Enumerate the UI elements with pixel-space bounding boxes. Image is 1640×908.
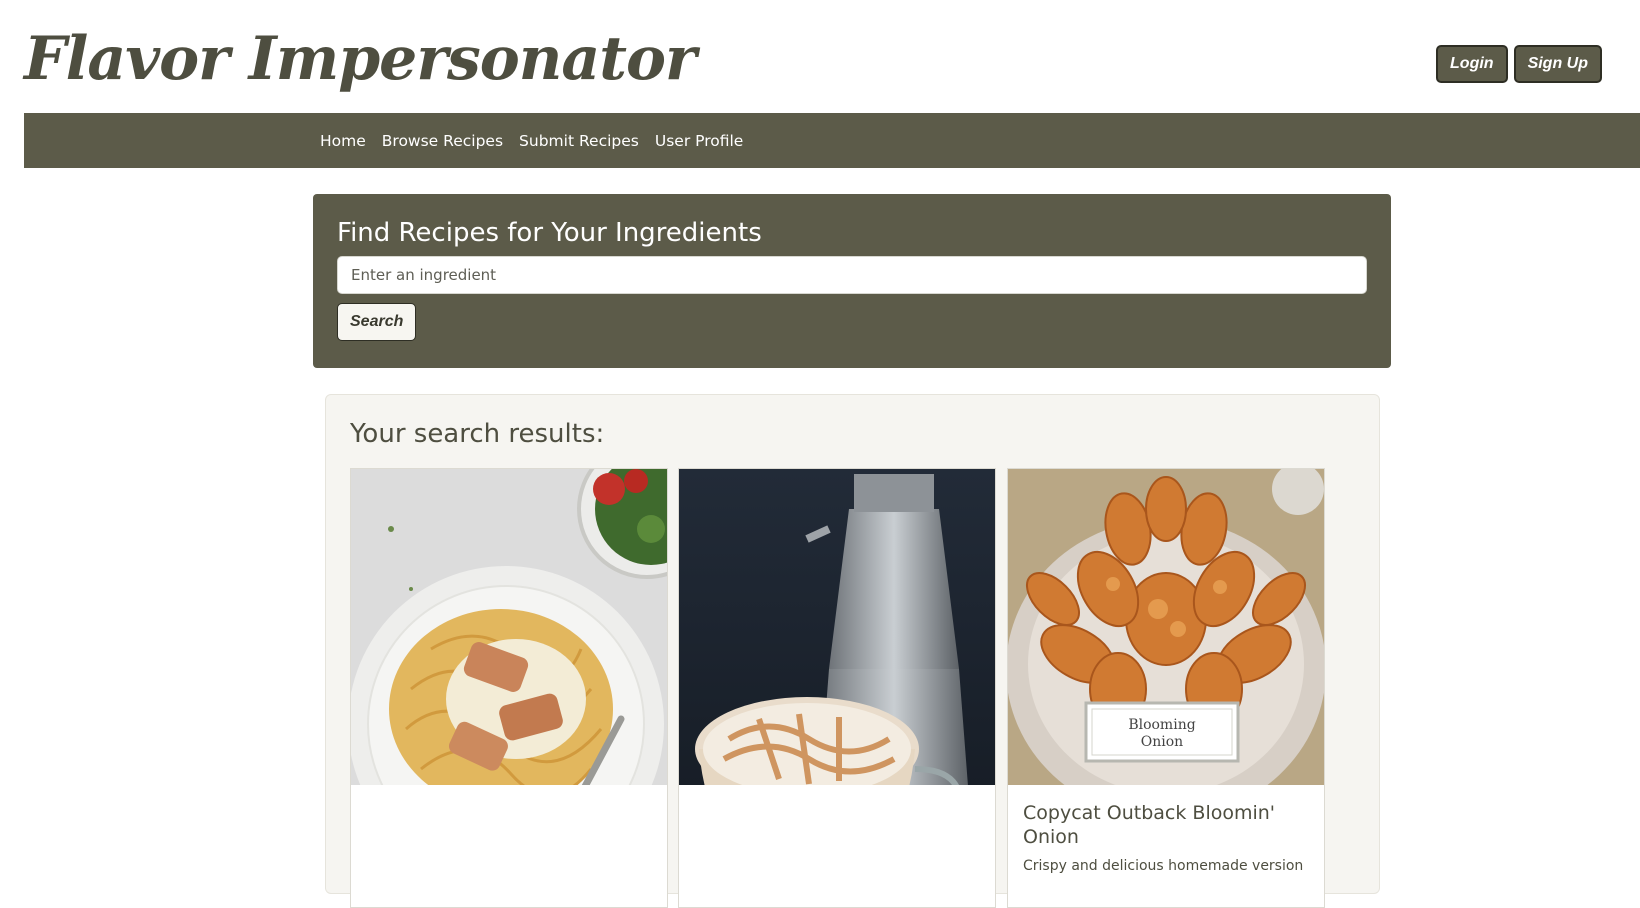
ingredient-search-panel: Find Recipes for Your Ingredients Search [313, 194, 1391, 368]
recipe-card-image[interactable] [679, 469, 995, 785]
coffee-drink-image [679, 469, 995, 785]
login-button[interactable]: Login [1436, 45, 1508, 83]
nav-item-home[interactable]: Home [320, 132, 366, 150]
site-logo[interactable]: Flavor Impersonator [24, 14, 697, 104]
nav-item-user-profile[interactable]: User Profile [655, 132, 743, 150]
recipe-card-image[interactable] [351, 469, 667, 785]
ingredient-search-input[interactable] [337, 256, 1367, 294]
nav-links: Home Browse Recipes Submit Recipes User … [320, 132, 743, 150]
recipe-card[interactable] [350, 468, 668, 908]
recipe-card[interactable] [678, 468, 996, 908]
search-panel-title: Find Recipes for Your Ingredients [337, 218, 762, 248]
svg-text:Onion: Onion [1141, 734, 1183, 750]
recipe-card-description: Crispy and delicious homemade version [1023, 858, 1304, 874]
blooming-onion-image: Blooming Onion [1008, 469, 1324, 785]
recipe-card-title[interactable]: Copycat Outback Bloomin' Onion [1023, 801, 1309, 849]
search-results-section: Your search results: Blooming Onion Copy… [325, 394, 1380, 908]
signup-button[interactable]: Sign Up [1513, 45, 1602, 83]
recipe-card-image[interactable]: Blooming Onion [1008, 469, 1324, 785]
auth-buttons: Login Sign Up [1436, 45, 1602, 83]
nav-item-browse-recipes[interactable]: Browse Recipes [382, 132, 503, 150]
recipe-card[interactable]: Blooming Onion Copycat Outback Bloomin' … [1007, 468, 1325, 908]
main-navbar: Home Browse Recipes Submit Recipes User … [24, 113, 1640, 168]
search-results-title: Your search results: [350, 419, 605, 449]
search-button[interactable]: Search [337, 303, 417, 341]
svg-text:Blooming: Blooming [1128, 717, 1195, 733]
recipe-card-body: Copycat Outback Bloomin' Onion Crispy an… [1023, 801, 1309, 874]
pasta-dish-image [351, 469, 667, 785]
nav-item-submit-recipes[interactable]: Submit Recipes [519, 132, 639, 150]
